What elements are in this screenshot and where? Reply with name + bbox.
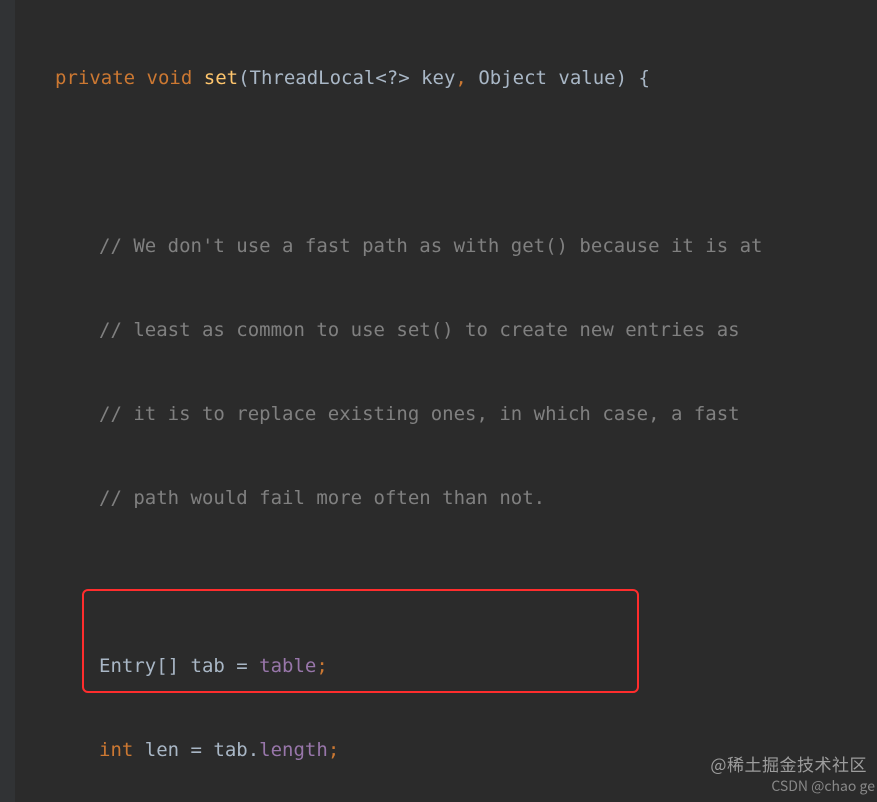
comment-line: // path would fail more often than not. — [15, 484, 877, 512]
code-line: private void set(ThreadLocal<?> key, Obj… — [15, 64, 877, 92]
param-1: (ThreadLocal<?> key — [238, 67, 455, 89]
field-length: length — [259, 739, 328, 761]
code-editor: private void set(ThreadLocal<?> key, Obj… — [0, 0, 877, 802]
gutter — [0, 0, 15, 802]
keyword-void: void — [147, 67, 193, 89]
keyword-private: private — [55, 67, 135, 89]
watermark-csdn: CSDN @chao ge — [771, 772, 875, 800]
comma: , — [455, 67, 466, 89]
param-2: Object value) { — [478, 67, 650, 89]
method-name-set: set — [204, 67, 238, 89]
comment-line: // it is to replace existing ones, in wh… — [15, 400, 877, 428]
blank-line — [15, 568, 877, 596]
comment-line: // least as common to use set() to creat… — [15, 316, 877, 344]
code-line: Entry[] tab = table; — [15, 652, 877, 680]
keyword-int: int — [99, 739, 133, 761]
code-content: private void set(ThreadLocal<?> key, Obj… — [15, 8, 877, 802]
comment-line: // We don't use a fast path as with get(… — [15, 232, 877, 260]
blank-line — [15, 148, 877, 176]
field-table: table — [259, 655, 316, 677]
